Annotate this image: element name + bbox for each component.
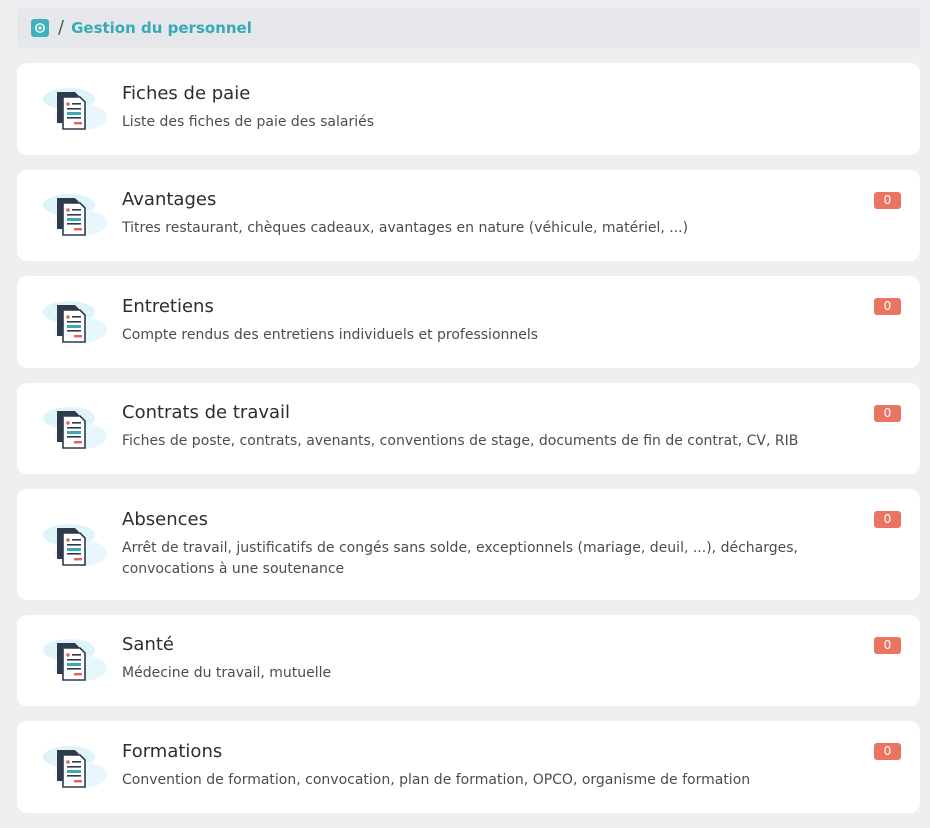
card-formations[interactable]: Formations Convention de formation, conv… bbox=[17, 721, 920, 813]
card-description: Titres restaurant, chèques cadeaux, avan… bbox=[122, 220, 689, 236]
card-title: Avantages bbox=[122, 189, 217, 210]
document-icon bbox=[41, 189, 107, 241]
card-fiches-de-paie[interactable]: Fiches de paie Liste des fiches de paie … bbox=[17, 63, 920, 155]
breadcrumb: / Gestion du personnel bbox=[17, 8, 920, 48]
breadcrumb-current[interactable]: Gestion du personnel bbox=[71, 19, 252, 37]
card-description: Fiches de poste, contrats, avenants, con… bbox=[122, 433, 799, 449]
card-absences[interactable]: Absences Arrêt de travail, justificatifs… bbox=[17, 489, 920, 600]
count-badge: 0 bbox=[874, 743, 901, 760]
card-avantages[interactable]: Avantages Titres restaurant, chèques cad… bbox=[17, 170, 920, 261]
card-title: Contrats de travail bbox=[122, 402, 291, 423]
document-icon bbox=[41, 402, 107, 454]
count-badge: 0 bbox=[874, 511, 901, 528]
document-icon bbox=[41, 741, 107, 793]
card-description: Médecine du travail, mutuelle bbox=[122, 665, 332, 681]
document-icon bbox=[41, 83, 107, 135]
home-icon[interactable] bbox=[31, 19, 49, 37]
card-title: Santé bbox=[122, 634, 174, 655]
card-sante[interactable]: Santé Médecine du travail, mutuelle 0 bbox=[17, 615, 920, 706]
count-badge: 0 bbox=[874, 405, 901, 422]
card-description: Liste des fiches de paie des salariés bbox=[122, 114, 375, 130]
card-description: Convention de formation, convocation, pl… bbox=[122, 772, 751, 788]
card-title: Fiches de paie bbox=[122, 83, 251, 104]
count-badge: 0 bbox=[874, 637, 901, 654]
breadcrumb-separator: / bbox=[58, 17, 65, 38]
card-title: Entretiens bbox=[122, 296, 214, 317]
count-badge: 0 bbox=[874, 298, 901, 315]
card-title: Formations bbox=[122, 741, 223, 762]
document-icon bbox=[41, 519, 107, 571]
card-title: Absences bbox=[122, 509, 208, 530]
count-badge: 0 bbox=[874, 192, 901, 209]
document-icon bbox=[41, 296, 107, 348]
card-contrats-de-travail[interactable]: Contrats de travail Fiches de poste, con… bbox=[17, 383, 920, 474]
card-entretiens[interactable]: Entretiens Compte rendus des entretiens … bbox=[17, 276, 920, 368]
card-description: Compte rendus des entretiens individuels… bbox=[122, 327, 539, 343]
document-icon bbox=[41, 634, 107, 686]
card-description: Arrêt de travail, justificatifs de congé… bbox=[122, 540, 798, 577]
